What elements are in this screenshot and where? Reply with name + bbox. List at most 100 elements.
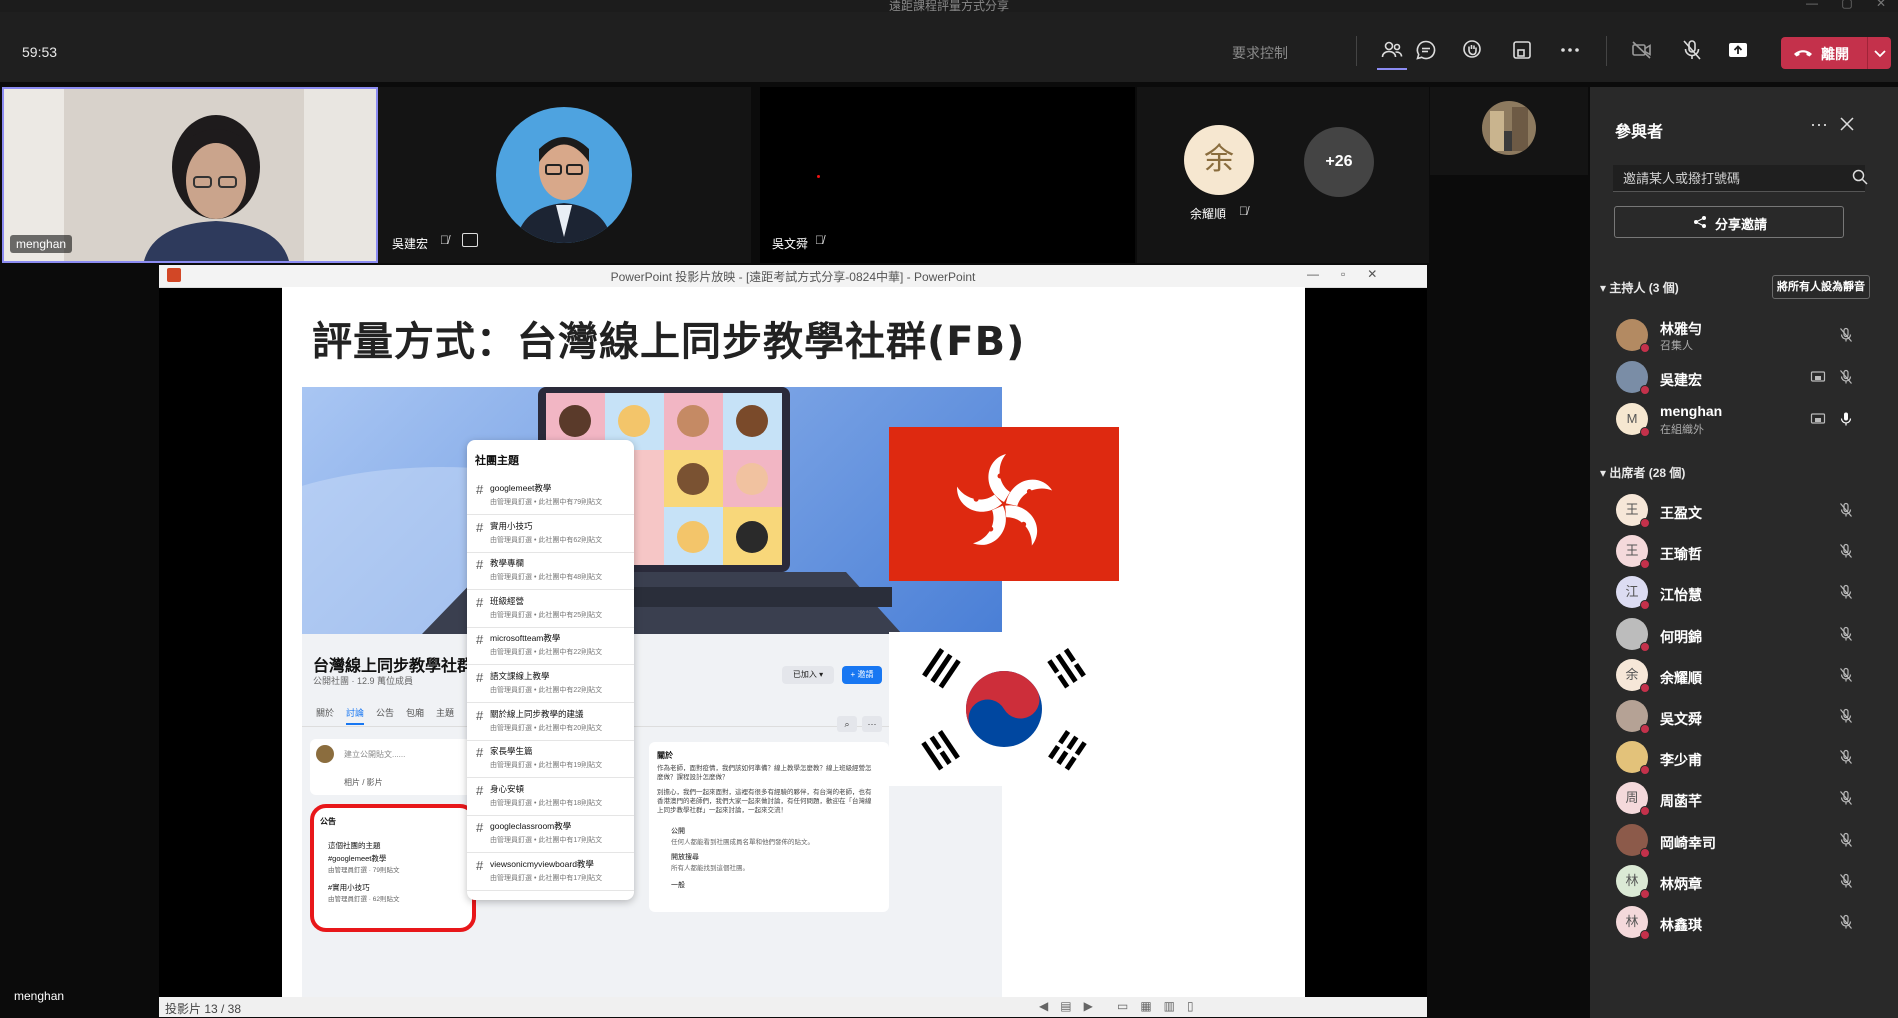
breakout-rooms-icon[interactable] [1510, 38, 1534, 62]
mic-off-icon[interactable] [1838, 790, 1854, 806]
fb-ann-topic: #實用小技巧 [328, 883, 370, 892]
search-icon[interactable] [1852, 169, 1868, 185]
fb-topic-row: # 家長學生篇 由管理員釘選 • 此社團中有19則貼文 [467, 739, 634, 779]
powerpoint-window: PowerPoint 投影片放映 - [遠距考試方式分享-0824中華] - P… [159, 265, 1427, 1017]
mic-off-icon: 🎙̸ [815, 233, 824, 247]
raise-hand-icon[interactable] [1461, 38, 1485, 62]
status-icon [1640, 427, 1650, 437]
view-mode-controls[interactable]: ▭▦▥▯ [1117, 999, 1206, 1013]
participant-row[interactable]: 李少甫 [1590, 735, 1898, 781]
powerpoint-titlebar: PowerPoint 投影片放映 - [遠距考試方式分享-0824中華] - P… [159, 265, 1427, 288]
hashtag-icon: # [476, 519, 484, 535]
more-options-icon[interactable]: ··· [1810, 114, 1828, 135]
hashtag-icon: # [476, 632, 484, 648]
chevron-down-icon[interactable] [1873, 45, 1887, 61]
participants-icon[interactable] [1380, 38, 1404, 62]
fb-topic-meta: 由管理員釘選 • 此社團中有62則貼文 [490, 536, 603, 544]
share-invite-button[interactable]: 分享邀請 [1614, 206, 1844, 238]
fb-topic-row: # 身心安頓 由管理員釘選 • 此社團中有18則貼文 [467, 777, 634, 816]
mic-off-icon: 🎙̸ [440, 233, 449, 247]
participant-row[interactable]: 江江怡慧 [1590, 570, 1898, 616]
mic-off-icon[interactable] [1838, 873, 1854, 889]
mic-off-icon[interactable] [1838, 914, 1854, 930]
toolbar-divider [1356, 36, 1357, 66]
attendees-heading: 出席者 (28 個) [1609, 466, 1686, 480]
fb-ann-meta: 由管理員釘選 · 79則貼文 [328, 867, 400, 874]
participant-name: 吳建宏 [392, 237, 429, 251]
avatar [1482, 101, 1536, 155]
video-tile-wu-jianhong[interactable]: 吳建宏 🎙̸ [378, 87, 751, 263]
fb-post-placeholder: 建立公開貼文...... [344, 750, 406, 759]
fb-topic-meta: 由管理員釘選 • 此社團中有18則貼文 [490, 799, 603, 807]
fb-topic-row: # googleclassroom教學 由管理員釘選 • 此社團中有17則貼文 [467, 814, 634, 854]
participant-name: menghan [1660, 403, 1723, 419]
mic-off-icon[interactable] [1838, 626, 1854, 642]
fb-topic-name: googleclassroom教學 [490, 821, 572, 832]
mic-off-icon[interactable] [1838, 502, 1854, 518]
participant-row[interactable]: 余余耀順 [1590, 653, 1898, 699]
video-tile-wu-wenshun[interactable]: 吳文舜 🎙̸ [760, 87, 1135, 263]
window-controls[interactable]: — ▢ ✕ [1806, 0, 1886, 10]
mic-off-icon[interactable] [1838, 832, 1854, 848]
more-actions-icon[interactable] [1558, 38, 1582, 62]
participant-row[interactable]: 何明錦 [1590, 612, 1898, 658]
mic-off-icon[interactable] [1838, 667, 1854, 683]
mic-off-icon[interactable] [1838, 749, 1854, 765]
fb-topic-meta: 由管理員釘選 • 此社團中有17則貼文 [490, 875, 603, 882]
organizers-section-header[interactable]: ▾ 主持人 (3 個) [1600, 279, 1679, 296]
fb-topic-row: # viewsonicmyviewboard教學 由管理員釘選 • 此社團中有17則… [467, 852, 634, 891]
slideshow-nav-controls[interactable]: ◀▤▶ [1039, 999, 1105, 1013]
video-tile-yu-yaoshun[interactable]: 余 余耀順 🎙̸ +26 [1137, 87, 1429, 263]
mic-off-icon[interactable] [1838, 369, 1854, 385]
overflow-participants-count[interactable]: +26 [1304, 127, 1374, 197]
fb-about-visible-desc: 所有人都能找到這個社團。 [671, 865, 749, 872]
share-tray-icon[interactable] [1726, 38, 1750, 62]
participant-name: 李少甫 [1660, 752, 1702, 769]
mic-off-icon[interactable] [1680, 38, 1704, 62]
mute-all-button[interactable]: 將所有人設為靜音 [1772, 275, 1870, 299]
powerpoint-title: PowerPoint 投影片放映 - [遠距考試方式分享-0824中華] - P… [610, 270, 976, 284]
participant-row[interactable]: Mmenghan 在組織外 [1590, 397, 1898, 443]
participant-name: 王盈文 [1660, 505, 1702, 521]
meeting-toolbar [0, 12, 1898, 82]
participant-row[interactable]: 吳建宏 [1590, 355, 1898, 401]
mic-off-icon[interactable] [1838, 708, 1854, 724]
camera-off-icon[interactable] [1630, 38, 1654, 62]
request-control-button[interactable]: 要求控制 [1232, 43, 1288, 63]
attendees-section-header[interactable]: ▾ 出席者 (28 個) [1600, 464, 1685, 481]
participant-row[interactable]: 王王盈文 [1590, 488, 1898, 534]
participant-row[interactable]: 林雅勻 召集人 [1590, 313, 1898, 359]
video-tile-menghan[interactable]: menghan [2, 87, 378, 263]
status-icon [1640, 765, 1650, 776]
mic-off-icon[interactable] [1838, 327, 1854, 343]
participant-name: 吳文舜 [772, 237, 809, 251]
fb-topics-panel: 社團主題 # googlemeet教學 由管理員釘選 • 此社團中有79則貼文 # 實用… [467, 440, 634, 900]
participant-row[interactable]: 吳文舜 [1590, 694, 1898, 740]
participant-name: 王瑜哲 [1660, 546, 1702, 563]
leave-button[interactable]: 離開 [1781, 37, 1891, 69]
participant-name: 吳文舜 [1660, 711, 1702, 727]
close-icon[interactable] [1840, 117, 1854, 131]
mic-on-icon[interactable] [1838, 411, 1854, 427]
mic-off-icon[interactable] [1838, 543, 1854, 559]
fb-tab-topics: 主題 [436, 708, 455, 718]
fb-topic-row: # googlemeet教學 由管理員釘選 • 此社團中有79則貼文 [467, 476, 634, 515]
video-tile-extra[interactable] [1430, 87, 1588, 175]
fb-tab-announcements: 公告 [376, 708, 395, 718]
participant-row[interactable]: 王王瑜哲 [1590, 529, 1898, 575]
invite-search-input[interactable] [1613, 165, 1865, 192]
window-controls[interactable]: —▫✕ [1307, 267, 1399, 281]
hashtag-icon: # [476, 670, 484, 685]
chat-icon[interactable] [1414, 38, 1438, 62]
participant-name: 岡崎幸司 [1660, 834, 1716, 851]
participants-panel: 參與者 ··· 分享邀請 ▾ 主持人 (3 個) 將所有人設為靜音 林雅勻召集人… [1590, 87, 1898, 1018]
participant-row[interactable]: 周周菡芊 [1590, 776, 1898, 822]
fb-tab-discussion: 討論 [346, 706, 365, 725]
participant-row[interactable]: 林林鑫琪 [1590, 900, 1898, 946]
meeting-timer: 59:53 [22, 44, 58, 60]
participant-row[interactable]: 岡崎幸司 [1590, 818, 1898, 864]
fb-topic-row: # 語文課線上教學 由管理員釘選 • 此社團中有22則貼文 [467, 664, 634, 703]
participant-row[interactable]: 林林炳章 [1590, 859, 1898, 905]
hashtag-icon: # [476, 707, 484, 723]
mic-off-icon[interactable] [1838, 584, 1854, 600]
